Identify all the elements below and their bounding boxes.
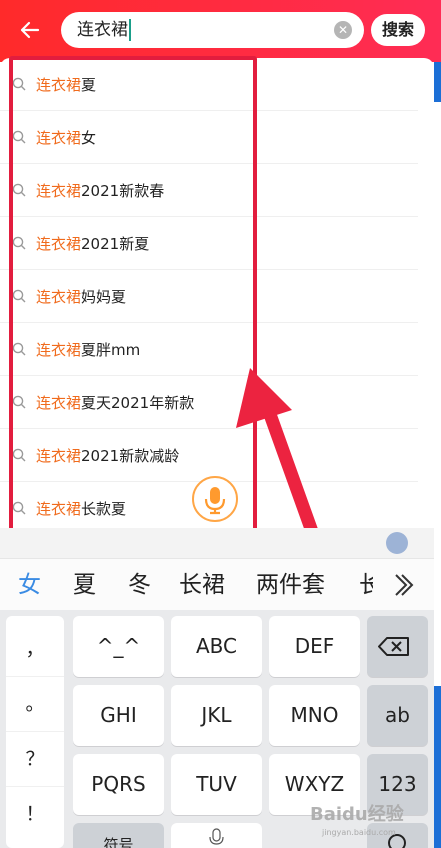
candidate-item[interactable]: 长裙 (179, 569, 225, 601)
search-icon (12, 395, 26, 409)
key-pqrs[interactable]: PQRS (73, 754, 164, 815)
punct-key-period[interactable]: 。 (6, 677, 64, 732)
suggestion-item[interactable]: 连衣裙2021新款减龄 (0, 429, 418, 482)
candidate-item[interactable]: 女 (18, 569, 41, 601)
key-emoticon[interactable]: ^_^ (73, 616, 164, 677)
screen: 连衣裙 ✕ 搜索 连衣裙夏 连衣裙女 连衣裙2021新款春 连衣裙2021新夏 … (0, 0, 441, 848)
clear-icon[interactable]: ✕ (334, 21, 352, 39)
suggestion-highlight: 连衣裙 (36, 500, 82, 518)
key-symbols[interactable]: 符号 (73, 823, 164, 848)
search-icon (12, 77, 26, 91)
suggestion-highlight: 连衣裙 (36, 235, 82, 253)
key-abc[interactable]: ABC (171, 616, 262, 677)
search-query-text: 连衣裙 (77, 20, 128, 40)
suggestion-rest: 2021新款减龄 (81, 447, 180, 465)
suggestion-rest: 女 (81, 129, 97, 147)
suggestion-rest: 夏 (81, 76, 97, 94)
punct-key-comma[interactable]: ， (6, 622, 64, 677)
suggestion-rest: 长款夏 (81, 500, 127, 518)
search-icon (12, 130, 26, 144)
voice-search-button[interactable] (192, 476, 238, 522)
backspace-icon (378, 637, 409, 656)
suggestion-rest: 夏天2021年新款 (81, 394, 195, 412)
suggestion-item[interactable]: 连衣裙妈妈夏 (0, 270, 418, 323)
suggestion-rest: 夏胖mm (81, 341, 141, 359)
suggestion-item[interactable]: 连衣裙女 (0, 111, 418, 164)
punctuation-column: ， 。 ？ ！ (6, 616, 64, 848)
search-icon (12, 448, 26, 462)
key-abc-mode[interactable]: ab (367, 685, 428, 746)
keyboard-toolbar (0, 528, 434, 558)
key-tuv[interactable]: TUV (171, 754, 262, 815)
watermark-brand: Baidu经验 (310, 804, 404, 825)
microphone-icon (204, 487, 226, 515)
microphone-icon (209, 828, 224, 845)
key-space[interactable] (171, 823, 262, 848)
suggestion-item[interactable]: 连衣裙2021新夏 (0, 217, 418, 270)
search-icon (12, 501, 26, 515)
text-cursor (129, 19, 131, 41)
search-input[interactable]: 连衣裙 ✕ (61, 12, 364, 48)
edge-strip (434, 686, 441, 848)
suggestion-highlight: 连衣裙 (36, 447, 82, 465)
candidate-item[interactable]: 两件套 (256, 569, 325, 601)
search-icon (12, 342, 26, 356)
suggestion-item[interactable]: 连衣裙夏天2021年新款 (0, 376, 418, 429)
edge-strip (434, 62, 441, 102)
backspace-key[interactable] (367, 616, 428, 677)
suggestion-list: 连衣裙夏 连衣裙女 连衣裙2021新款春 连衣裙2021新夏 连衣裙妈妈夏 连衣… (0, 58, 434, 528)
suggestion-highlight: 连衣裙 (36, 182, 82, 200)
search-button[interactable]: 搜索 (371, 14, 425, 46)
candidate-bar: 女 夏 冬 长裙 两件套 长 (0, 558, 434, 610)
suggestion-highlight: 连衣裙 (36, 341, 82, 359)
punct-key-exclaim[interactable]: ！ (6, 787, 64, 842)
punct-key-question[interactable]: ？ (6, 732, 64, 787)
suggestion-item[interactable]: 连衣裙夏胖mm (0, 323, 418, 376)
search-icon (12, 289, 26, 303)
search-icon (12, 236, 26, 250)
candidate-item[interactable]: 冬 (128, 569, 151, 601)
suggestion-item[interactable]: 连衣裙夏 (0, 58, 418, 111)
key-def[interactable]: DEF (269, 616, 360, 677)
candidate-item[interactable]: 夏 (73, 569, 96, 601)
expand-candidates-icon[interactable] (388, 569, 418, 601)
back-arrow-icon[interactable] (16, 16, 44, 44)
suggestion-rest: 2021新款春 (81, 182, 165, 200)
search-header: 连衣裙 ✕ 搜索 (0, 0, 441, 62)
key-jkl[interactable]: JKL (171, 685, 262, 746)
keyboard-mascot-icon[interactable] (386, 532, 408, 554)
suggestion-highlight: 连衣裙 (36, 76, 82, 94)
key-mno[interactable]: MNO (269, 685, 360, 746)
candidate-item[interactable]: 长 (359, 569, 373, 601)
suggestion-rest: 妈妈夏 (81, 288, 127, 306)
watermark-url: jingyan.baidu.com (322, 828, 396, 837)
search-icon (12, 183, 26, 197)
key-ghi[interactable]: GHI (73, 685, 164, 746)
suggestion-highlight: 连衣裙 (36, 288, 82, 306)
suggestion-rest: 2021新夏 (81, 235, 150, 253)
suggestion-highlight: 连衣裙 (36, 394, 82, 412)
suggestion-highlight: 连衣裙 (36, 129, 82, 147)
suggestion-item[interactable]: 连衣裙2021新款春 (0, 164, 418, 217)
